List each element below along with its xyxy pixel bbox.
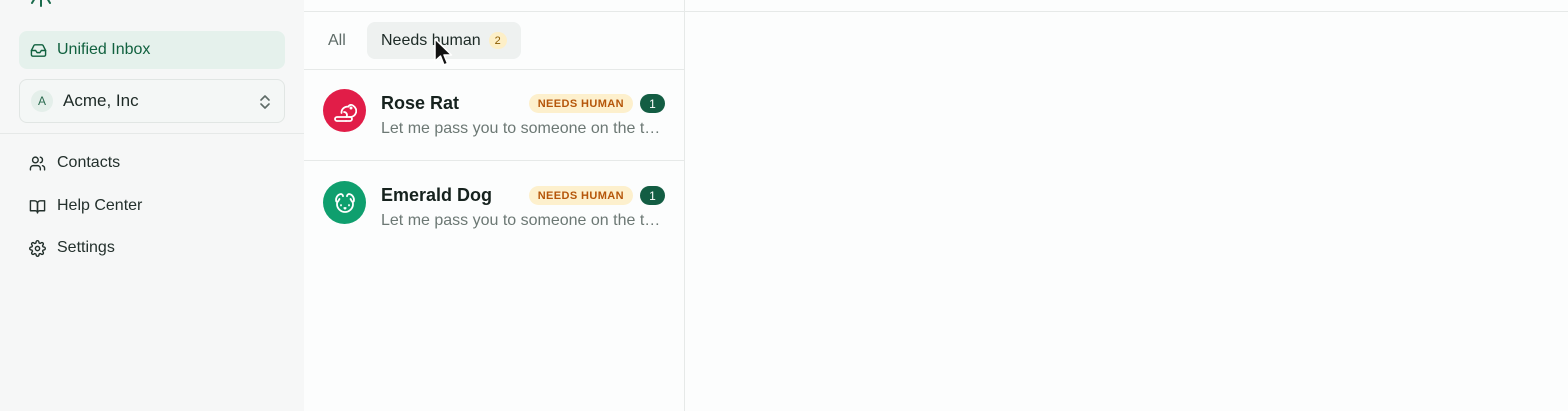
sidebar-item-label: Help Center: [57, 197, 143, 214]
sunburst-logo-icon: [26, 0, 56, 8]
contact-name: Emerald Dog: [381, 185, 493, 205]
tab-all[interactable]: All: [328, 32, 346, 50]
nav-unified-inbox[interactable]: Unified Inbox: [19, 31, 285, 69]
conversation-list-panel: All Needs human 2 Rose Rat NEEDS HUMAN 1…: [304, 0, 685, 411]
chevron-up-down-icon: [258, 93, 272, 111]
dog-icon: [323, 181, 366, 224]
status-badge: NEEDS HUMAN: [528, 94, 633, 113]
tab-count-badge: 2: [488, 32, 507, 49]
contact-name: Rose Rat: [381, 93, 460, 113]
message-preview: Let me pass you to someone on the team w…: [381, 120, 663, 137]
rat-icon: [323, 89, 366, 132]
main-header-divider: [685, 11, 1568, 12]
sidebar-item-label: Contacts: [57, 154, 121, 171]
org-name: Acme, Inc: [63, 91, 139, 110]
unread-count: 1: [640, 186, 665, 205]
app: Unified Inbox A Acme, Inc Contacts Help …: [0, 0, 1568, 411]
unread-count: 1: [640, 94, 665, 113]
message-preview: Let me pass you to someone on the team w…: [381, 212, 663, 229]
users-icon: [29, 155, 46, 172]
tab-needs-human[interactable]: Needs human 2: [367, 22, 521, 59]
gear-icon: [29, 239, 46, 257]
sidebar-divider: [0, 133, 304, 134]
filter-tabs: All Needs human 2: [304, 11, 684, 70]
nav-unified-inbox-label: Unified Inbox: [57, 41, 151, 58]
org-switcher[interactable]: A Acme, Inc: [19, 79, 285, 123]
conversation-detail-pane: [685, 0, 1568, 411]
conversation-row[interactable]: Rose Rat NEEDS HUMAN 1 Let me pass you t…: [304, 70, 684, 161]
status-badge: NEEDS HUMAN: [528, 186, 633, 205]
sidebar: Unified Inbox A Acme, Inc Contacts Help …: [0, 0, 304, 411]
sidebar-item-contacts[interactable]: Contacts: [19, 146, 285, 180]
org-avatar: A: [31, 90, 53, 112]
sidebar-item-help-center[interactable]: Help Center: [19, 189, 285, 223]
sidebar-item-settings[interactable]: Settings: [19, 231, 285, 265]
sidebar-item-label: Settings: [57, 239, 115, 256]
conversation-row[interactable]: Emerald Dog NEEDS HUMAN 1 Let me pass yo…: [304, 162, 684, 253]
book-icon: [29, 198, 46, 215]
inbox-icon: [30, 42, 47, 59]
tab-needs-human-label: Needs human: [381, 31, 481, 49]
